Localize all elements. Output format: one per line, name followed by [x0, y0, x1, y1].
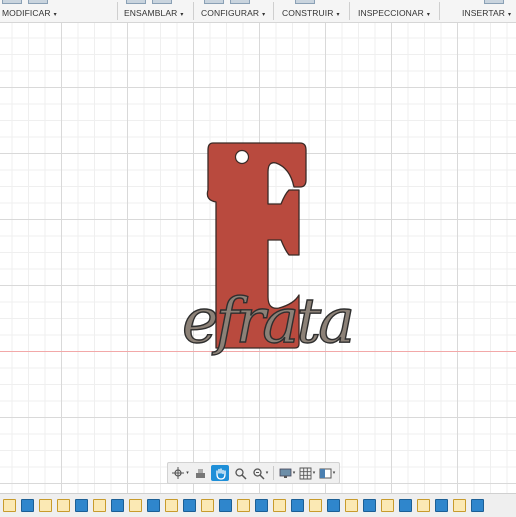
timeline-body-feature-icon[interactable]: [147, 499, 160, 512]
timeline-body-feature-icon[interactable]: [471, 499, 484, 512]
zoom-window-icon[interactable]: ▾: [251, 465, 269, 481]
timeline-body-feature-icon[interactable]: [435, 499, 448, 512]
menu-insertar[interactable]: INSERTAR ▾: [462, 8, 511, 18]
toolbar-group-construir[interactable]: CONSTRUIR ▾: [281, 0, 343, 22]
timeline-body-feature-icon[interactable]: [255, 499, 268, 512]
toolbar-group-ensamblar[interactable]: ENSAMBLAR ▾: [124, 0, 192, 22]
construct-tool-icons: [295, 0, 315, 4]
navbar-divider: [273, 466, 274, 480]
menu-modificar[interactable]: MODIFICAR ▾: [2, 8, 57, 18]
timeline-sketch-icon[interactable]: [165, 499, 178, 512]
zoom-icon[interactable]: [231, 465, 249, 481]
timeline-sketch-icon[interactable]: [345, 499, 358, 512]
timeline-sketch-icon[interactable]: [417, 499, 430, 512]
display-settings-icon[interactable]: ▾: [278, 465, 296, 481]
menu-ensamblar[interactable]: ENSAMBLAR ▾: [124, 8, 183, 18]
timeline-sketch-icon[interactable]: [273, 499, 286, 512]
toolbar-divider: [439, 2, 440, 20]
timeline-body-feature-icon[interactable]: [327, 499, 340, 512]
timeline-sketch-icon[interactable]: [381, 499, 394, 512]
timeline-body-feature-icon[interactable]: [399, 499, 412, 512]
modify-tool-icons: [2, 0, 48, 4]
menu-configurar[interactable]: CONFIGURAR ▾: [201, 8, 265, 18]
look-at-icon[interactable]: [191, 465, 209, 481]
timeline-sketch-icon[interactable]: [129, 499, 142, 512]
timeline-sketch-icon[interactable]: [201, 499, 214, 512]
assemble-tool-icons: [126, 0, 172, 4]
timeline-body-feature-icon[interactable]: [111, 499, 124, 512]
keyring-hole: [234, 149, 250, 165]
configure-tool-icons: [204, 0, 250, 4]
timeline-sketch-icon[interactable]: [39, 499, 52, 512]
timeline-sketch-icon[interactable]: [309, 499, 322, 512]
insert-tool-icons: [484, 0, 504, 4]
toolbar-divider: [117, 2, 118, 20]
toolbar-divider: [273, 2, 274, 20]
grid-icon[interactable]: ▾: [298, 465, 316, 481]
timeline-body-feature-icon[interactable]: [363, 499, 376, 512]
timeline-body-feature-icon[interactable]: [183, 499, 196, 512]
viewports-icon[interactable]: ▾: [318, 465, 336, 481]
script-text: efrata: [182, 284, 352, 357]
timeline-body-feature-icon[interactable]: [75, 499, 88, 512]
efrata-script[interactable]: efrata: [181, 283, 356, 357]
menu-inspeccionar[interactable]: INSPECCIONAR ▾: [358, 8, 430, 18]
timeline-sketch-icon[interactable]: [57, 499, 70, 512]
timeline-sketch-icon[interactable]: [237, 499, 250, 512]
timeline-sketch-icon[interactable]: [93, 499, 106, 512]
menu-construir[interactable]: CONSTRUIR ▾: [282, 8, 340, 18]
pan-icon[interactable]: [211, 465, 229, 481]
timeline: [0, 493, 516, 517]
timeline-body-feature-icon[interactable]: [291, 499, 304, 512]
model-view[interactable]: efrata: [0, 0, 516, 516]
timeline-sketch-icon[interactable]: [3, 499, 16, 512]
timeline-sketch-icon[interactable]: [453, 499, 466, 512]
timeline-body-feature-icon[interactable]: [21, 499, 34, 512]
timeline-body-feature-icon[interactable]: [219, 499, 232, 512]
toolbar-divider: [193, 2, 194, 20]
toolbar-group-modificar[interactable]: MODIFICAR ▾: [0, 0, 115, 22]
toolbar-group-insertar[interactable]: INSERTAR ▾: [462, 0, 516, 22]
navigation-bar: ▾ ▾ ▾ ▾ ▾: [167, 462, 340, 484]
toolbar-divider: [349, 2, 350, 20]
toolbar-group-configurar[interactable]: CONFIGURAR ▾: [200, 0, 270, 22]
toolbar-group-inspeccionar[interactable]: INSPECCIONAR ▾: [358, 0, 436, 22]
toolbar: MODIFICAR ▾ ENSAMBLAR ▾ CONFIGURAR ▾ CONSTR…: [0, 0, 516, 23]
orbit-icon[interactable]: ▾: [171, 465, 189, 481]
